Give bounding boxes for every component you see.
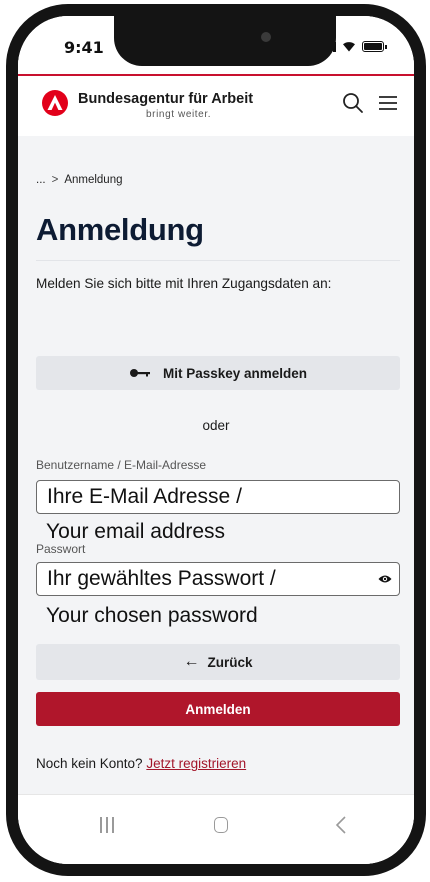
- phone-frame: 9:41 Bundesagentur für Arbeit bringt wei…: [6, 4, 426, 876]
- username-note: Your email address: [46, 520, 225, 543]
- main-content: ... > Anmeldung Anmeldung Melden Sie sich …: [18, 136, 414, 794]
- recent-apps-icon[interactable]: [98, 817, 116, 833]
- back-button[interactable]: ← Zurück: [36, 644, 400, 680]
- back-icon[interactable]: [334, 815, 348, 835]
- breadcrumb: ... > Anmeldung: [36, 174, 123, 186]
- back-button-label: Zurück: [207, 654, 253, 670]
- register-prompt: Noch kein Konto? Jetzt registrieren: [36, 756, 246, 771]
- menu-icon[interactable]: [376, 91, 400, 115]
- page-title: Anmeldung: [36, 212, 204, 247]
- navigation-bar: [18, 794, 414, 864]
- passkey-login-label: Mit Passkey anmelden: [162, 365, 308, 381]
- breadcrumb-separator: >: [51, 174, 59, 186]
- site-header: Bundesagentur für Arbeit bringt weiter.: [18, 74, 414, 136]
- login-button[interactable]: Anmelden: [36, 692, 400, 726]
- password-input[interactable]: [36, 562, 400, 596]
- home-icon[interactable]: [214, 817, 228, 833]
- username-input[interactable]: [36, 480, 400, 514]
- intro-text: Melden Sie sich bitte mit Ihren Zugangsd…: [36, 276, 332, 291]
- breadcrumb-current: Anmeldung: [64, 174, 123, 186]
- register-question: Noch kein Konto?: [36, 756, 143, 771]
- arrow-left-icon: ←: [183, 653, 200, 670]
- wifi-icon: [343, 42, 355, 52]
- brand-tagline: bringt weiter.: [146, 109, 212, 120]
- title-divider: [36, 260, 400, 261]
- battery-icon: [362, 41, 387, 52]
- front-camera: [261, 32, 271, 42]
- login-button-label: Anmelden: [185, 701, 251, 717]
- screen: 9:41 Bundesagentur für Arbeit bringt wei…: [18, 16, 414, 864]
- camera-notch: [114, 16, 336, 66]
- status-time: 9:41: [64, 38, 104, 57]
- passkey-login-button[interactable]: Mit Passkey anmelden: [36, 356, 400, 390]
- or-divider-text: oder: [202, 418, 230, 433]
- password-label: Passwort: [36, 542, 86, 556]
- ba-logo-icon[interactable]: [42, 90, 68, 116]
- search-icon[interactable]: [340, 90, 366, 116]
- register-link[interactable]: Jetzt registrieren: [146, 756, 246, 771]
- password-note: Your chosen password: [46, 604, 258, 627]
- brand-name[interactable]: Bundesagentur für Arbeit: [78, 91, 253, 107]
- breadcrumb-ellipsis[interactable]: ...: [36, 174, 46, 186]
- username-label: Benutzername / E-Mail-Adresse: [36, 458, 207, 472]
- eye-icon[interactable]: [378, 574, 392, 584]
- key-icon: [129, 369, 150, 377]
